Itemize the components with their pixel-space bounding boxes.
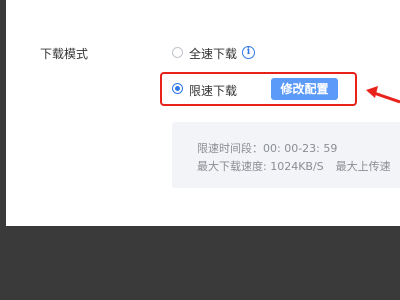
speed-line: 最大下载速度: 1024KB/S 最大上传速 [197,158,391,174]
time-period-value: 00: 00-23: 59 [263,142,338,155]
max-upload-label: 最大上传速 [335,160,391,173]
max-download-label: 最大下载速度: [197,160,271,173]
full-speed-label[interactable]: 全速下载 [189,45,237,62]
annotation-arrow-icon [366,86,400,104]
time-period-label: 限速时间段： [197,142,263,155]
settings-panel [6,0,400,226]
annotation-highlight-box [160,72,357,106]
max-download-value: 1024KB/S [270,160,324,173]
speed-limit-info-panel: 限速时间段：00: 00-23: 59 最大下载速度: 1024KB/S 最大上传… [172,122,400,188]
download-mode-label: 下载模式 [40,47,89,61]
full-speed-radio[interactable] [172,47,183,58]
info-icon[interactable]: i [242,46,255,59]
time-period-line: 限速时间段：00: 00-23: 59 [197,140,337,156]
